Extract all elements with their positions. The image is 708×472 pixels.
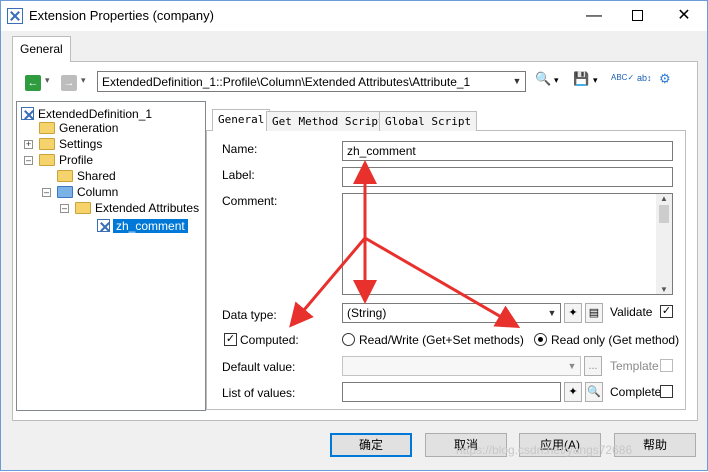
dialog-window: Extension Properties (company) — ✕ Gener…: [0, 0, 708, 471]
annotation-arrows: [289, 160, 521, 329]
ok-button[interactable]: 确定: [330, 433, 412, 457]
arrow-to-readonly: [364, 236, 521, 329]
watermark: https://blog.csdn.net/yangs72686: [456, 443, 633, 457]
arrow-to-computed: [289, 237, 367, 328]
